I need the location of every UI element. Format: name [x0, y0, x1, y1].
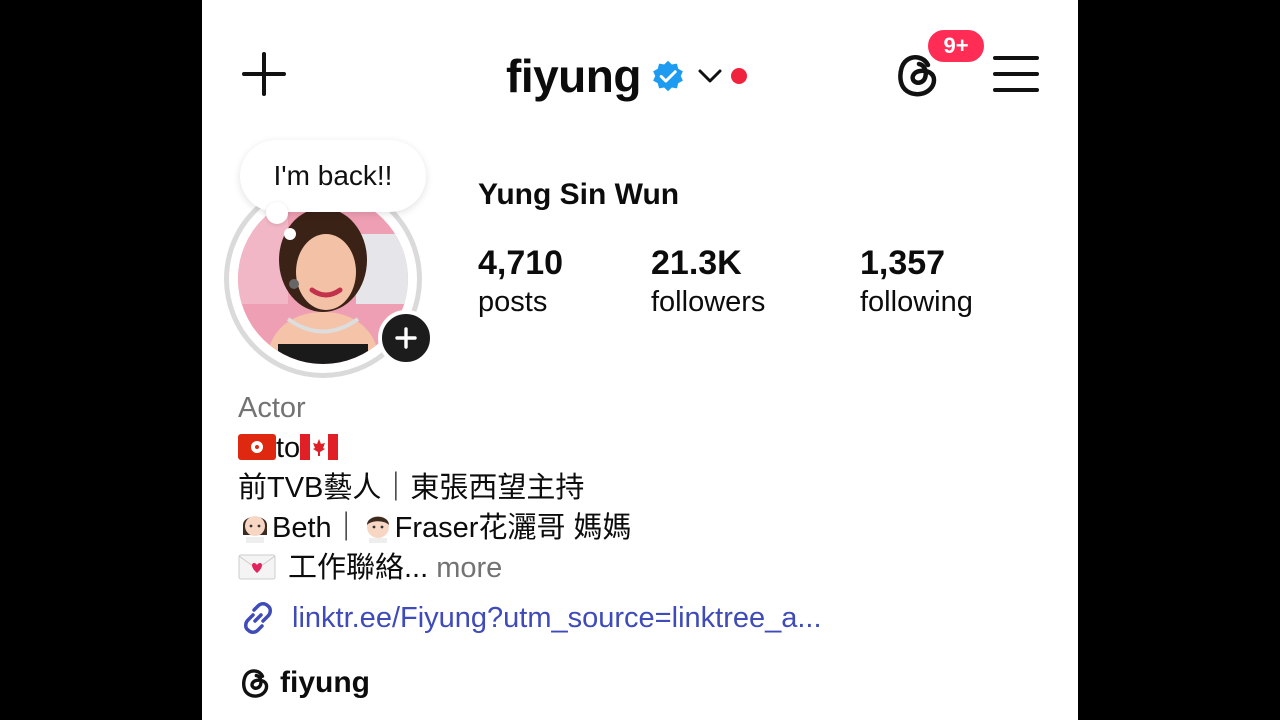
link-text: linktr.ee/Fiyung?utm_source=linktree_a..… — [292, 601, 822, 634]
username-title: fiyung — [506, 50, 641, 102]
note-bubble[interactable]: I'm back!! — [240, 140, 426, 212]
chevron-down-icon — [698, 69, 722, 83]
notification-badge: 9+ — [926, 28, 986, 64]
menu-icon[interactable] — [992, 52, 1040, 96]
stat-value: 21.3K — [651, 244, 742, 282]
external-link[interactable]: linktr.ee/Fiyung?utm_source=linktree_a..… — [238, 598, 822, 638]
note-bubble-tail-small — [284, 228, 296, 240]
stat-label: posts — [478, 286, 548, 318]
threads-icon — [242, 669, 269, 698]
stat-followers[interactable]: 21.3K followers — [651, 244, 765, 322]
stat-posts[interactable]: 4,710 posts — [478, 244, 563, 322]
bio-beth-text: Beth｜ — [272, 512, 361, 544]
link-icon — [244, 602, 272, 634]
stat-label: following — [860, 286, 973, 318]
bio-line-flags: to — [238, 428, 632, 468]
bio-line-kids: Beth｜ Fraser花灑哥 媽媽 — [238, 508, 632, 548]
full-name: Yung Sin Wun — [478, 178, 680, 211]
bio-line-contact: 工作聯絡... more — [238, 548, 632, 588]
plus-icon — [395, 327, 417, 349]
stat-value: 4,710 — [478, 244, 564, 282]
bio-contact-text: 工作聯絡... — [288, 552, 429, 584]
verified-badge-icon — [653, 60, 683, 92]
more-link[interactable]: more — [436, 552, 502, 584]
bio-fraser-text: Fraser花灑哥 媽媽 — [394, 512, 632, 544]
bio-line-career: 前TVB藝人｜東張西望主持 — [238, 472, 585, 504]
note-bubble-tail — [266, 202, 288, 224]
canada-flag-icon — [300, 434, 339, 460]
stat-following[interactable]: 1,357 following — [860, 244, 973, 322]
stat-value: 1,357 — [860, 244, 946, 282]
boy-emoji-icon — [366, 516, 389, 543]
profile-screen: fiyung 9+ I'm back!! Yung Sin Wun 4,710 … — [202, 0, 1078, 720]
unread-dot — [730, 68, 747, 84]
bio-to-text: to — [276, 432, 301, 464]
threads-username: fiyung — [280, 666, 370, 699]
add-story-button[interactable] — [378, 310, 434, 366]
love-letter-icon — [238, 554, 276, 580]
plus-icon[interactable] — [240, 50, 288, 98]
hong-kong-flag-icon — [238, 434, 276, 460]
bio: Actor to 前TVB藝人｜東張西望主持 Beth｜ Fraser花灑哥 媽… — [238, 388, 632, 588]
girl-emoji-icon — [243, 516, 267, 543]
account-switcher[interactable]: fiyung — [506, 46, 747, 106]
threads-profile-link[interactable]: fiyung — [238, 666, 370, 700]
stat-label: followers — [651, 286, 766, 318]
category-label: Actor — [238, 392, 306, 424]
